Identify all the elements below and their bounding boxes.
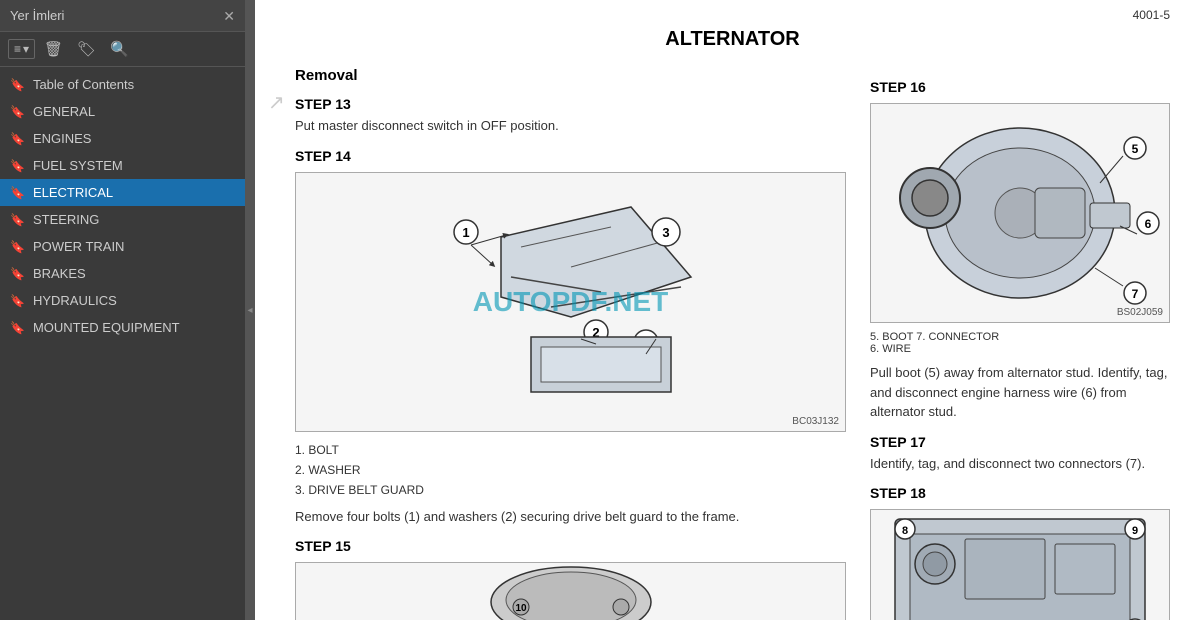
bookmark-list: 🔖 Table of Contents 🔖 GENERAL 🔖 ENGINES … xyxy=(0,67,245,620)
left-column: Removal STEP 13 Put master disconnect sw… xyxy=(295,67,846,620)
search-button[interactable]: 🔍 xyxy=(105,38,134,60)
sidebar-title: Yer İmleri xyxy=(10,8,64,23)
step16-diagram-ref: BS02J059 xyxy=(1117,307,1163,318)
bookmark-icon: 🔖 xyxy=(10,321,25,335)
sidebar-item-powertrain[interactable]: 🔖 POWER TRAIN xyxy=(0,233,245,260)
sidebar-item-brakes[interactable]: 🔖 BRAKES xyxy=(0,260,245,287)
bookmark-icon: 🔖 xyxy=(10,240,25,254)
main-content: 4001-5 ALTERNATOR Removal STEP 13 Put ma… xyxy=(255,0,1200,620)
step17-text: Identify, tag, and disconnect two connec… xyxy=(870,454,1170,474)
page-content: 4001-5 ALTERNATOR Removal STEP 13 Put ma… xyxy=(255,0,1200,620)
right-column: STEP 16 xyxy=(870,67,1170,620)
new-bookmark-icon: ≡ xyxy=(14,42,21,56)
bookmark-icon: 🔖 xyxy=(10,186,25,200)
sidebar-item-mounted[interactable]: 🔖 MOUNTED EQUIPMENT xyxy=(0,314,245,341)
delete-icon: 🗑 xyxy=(44,41,63,58)
new-bookmark-button[interactable]: ≡ ▾ xyxy=(8,39,35,59)
sidebar-item-label: Table of Contents xyxy=(33,77,134,92)
step14-text: Remove four bolts (1) and washers (2) se… xyxy=(295,507,846,527)
delete-bookmark-button[interactable]: 🗑 xyxy=(39,38,68,60)
sidebar-item-label: POWER TRAIN xyxy=(33,239,125,254)
step16-diagram: 5 6 7 BS02J059 xyxy=(870,103,1170,323)
step18-label: STEP 18 xyxy=(870,485,1170,501)
step14-label: STEP 14 xyxy=(295,148,846,164)
svg-text:6: 6 xyxy=(1145,217,1152,231)
svg-text:7: 7 xyxy=(1132,287,1139,301)
svg-text:10: 10 xyxy=(515,603,527,614)
step17-label: STEP 17 xyxy=(870,434,1170,450)
svg-text:9: 9 xyxy=(1132,525,1138,537)
step16-label: STEP 16 xyxy=(870,79,1170,95)
sidebar-item-electrical[interactable]: 🔖 ELECTRICAL xyxy=(0,179,245,206)
step16-parts-list: 5. BOOT 7. CONNECTOR 6. WIRE xyxy=(870,331,1170,355)
step15-svg: 10 xyxy=(411,562,731,620)
sidebar: Yer İmleri ✕ ≡ ▾ 🗑 🏷 🔍 🔖 Table of Conten… xyxy=(0,0,245,620)
tag-icon: 🏷 xyxy=(77,41,96,58)
step15-diagram: 10 xyxy=(295,562,846,620)
search-icon: 🔍 xyxy=(110,41,129,58)
sidebar-item-label: FUEL SYSTEM xyxy=(33,158,123,173)
sidebar-item-label: ENGINES xyxy=(33,131,92,146)
two-column-layout: Removal STEP 13 Put master disconnect sw… xyxy=(295,67,1170,620)
sidebar-item-label: MOUNTED EQUIPMENT xyxy=(33,320,180,335)
sidebar-toolbar: ≡ ▾ 🗑 🏷 🔍 xyxy=(0,32,245,67)
sidebar-item-toc[interactable]: 🔖 Table of Contents xyxy=(0,71,245,98)
step14-parts-list: 1. BOLT 2. WASHER 3. DRIVE BELT GUARD xyxy=(295,440,846,501)
dropdown-arrow-icon: ▾ xyxy=(23,42,29,56)
sidebar-item-label: BRAKES xyxy=(33,266,86,281)
step14-diagram-ref: BC03J132 xyxy=(792,416,839,427)
sidebar-item-label: ELECTRICAL xyxy=(33,185,113,200)
bookmark-icon: 🔖 xyxy=(10,213,25,227)
bookmark-icon: 🔖 xyxy=(10,105,25,119)
sidebar-item-general[interactable]: 🔖 GENERAL xyxy=(0,98,245,125)
bookmark-icon: 🔖 xyxy=(10,159,25,173)
step16-text: Pull boot (5) away from alternator stud.… xyxy=(870,363,1170,422)
sidebar-item-label: STEERING xyxy=(33,212,99,227)
step14-diagram: 1 2 xyxy=(295,172,846,432)
svg-text:8: 8 xyxy=(902,525,908,537)
removal-heading: Removal xyxy=(295,67,846,84)
bookmark-icon: 🔖 xyxy=(10,294,25,308)
step13-label: STEP 13 xyxy=(295,96,846,112)
close-button[interactable]: ✕ xyxy=(223,9,235,23)
tag-button[interactable]: 🏷 xyxy=(72,38,101,60)
bookmark-icon: 🔖 xyxy=(10,267,25,281)
sidebar-item-engines[interactable]: 🔖 ENGINES xyxy=(0,125,245,152)
svg-text:5: 5 xyxy=(1132,142,1139,156)
sidebar-item-hydraulics[interactable]: 🔖 HYDRAULICS xyxy=(0,287,245,314)
sidebar-item-fuel[interactable]: 🔖 FUEL SYSTEM xyxy=(0,152,245,179)
step18-diagram: 8 9 10 xyxy=(870,509,1170,620)
resize-handle[interactable]: ◂ xyxy=(245,0,255,620)
step14-svg: 1 2 xyxy=(411,177,731,427)
page-number: 4001-5 xyxy=(1133,8,1170,22)
bookmark-icon: 🔖 xyxy=(10,78,25,92)
step16-svg: 5 6 7 xyxy=(875,108,1165,318)
bookmark-icon: 🔖 xyxy=(10,132,25,146)
page-title: ALTERNATOR xyxy=(295,28,1170,51)
sidebar-item-steering[interactable]: 🔖 STEERING xyxy=(0,206,245,233)
svg-text:3: 3 xyxy=(662,225,669,240)
sidebar-item-label: HYDRAULICS xyxy=(33,293,117,308)
step13-text: Put master disconnect switch in OFF posi… xyxy=(295,116,846,136)
sidebar-item-label: GENERAL xyxy=(33,104,95,119)
svg-text:1: 1 xyxy=(462,225,469,240)
step18-svg: 8 9 10 xyxy=(875,509,1165,620)
sidebar-header: Yer İmleri ✕ xyxy=(0,0,245,32)
step15-label: STEP 15 xyxy=(295,538,846,554)
